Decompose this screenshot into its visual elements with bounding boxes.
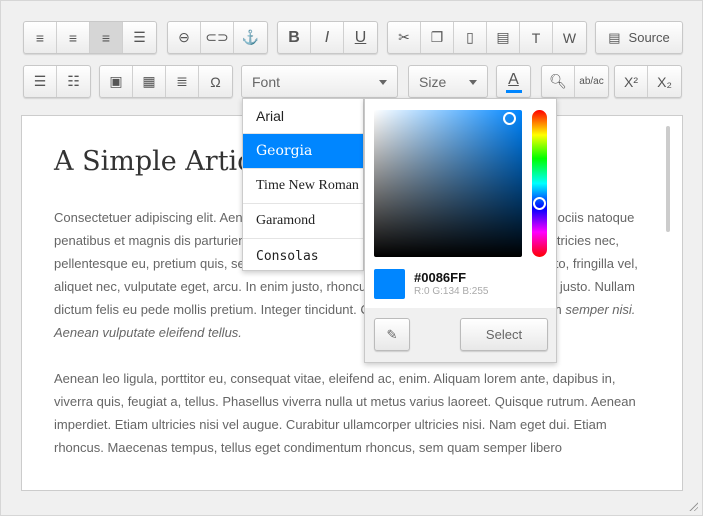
script-group: X² X₂ [614,65,682,98]
format-group: B I U [277,21,378,54]
copy-icon[interactable]: ❐ [421,22,454,53]
align-right-button[interactable]: ≡ [90,22,123,53]
bold-button[interactable]: B [278,22,311,53]
underline-button[interactable]: U [344,22,377,53]
resize-grip[interactable] [688,501,698,511]
superscript-button[interactable]: X² [615,66,648,97]
paste-special-icon[interactable]: ▤ [487,22,520,53]
color-swatch [374,269,405,299]
hex-value: #0086FF [414,270,467,285]
link-button[interactable]: ⊖ [168,22,201,53]
anchor-button[interactable]: ⚓ [234,22,267,53]
unlink-button[interactable]: ⊂⊃ [201,22,234,53]
font-option-arial[interactable]: Arial [243,99,363,134]
align-left-button[interactable]: ≡ [24,22,57,53]
cut-icon[interactable]: ✂ [388,22,421,53]
align-group: ≡ ≡ ≡ ☰ [23,21,157,54]
align-center-button[interactable]: ≡ [57,22,90,53]
sv-handle[interactable] [503,112,516,125]
hue-slider[interactable] [532,110,547,257]
picker-footer: ✎ Select [365,308,556,362]
color-picker: #0086FF R:0 G:134 B:255 ✎ Select [364,98,557,363]
select-button[interactable]: Select [460,318,548,351]
paste-icon[interactable]: ▯ [454,22,487,53]
find-group: 🔍︎ ab/ac [541,65,609,98]
font-select[interactable]: Font [241,65,398,98]
font-option-georgia[interactable]: Georgia [243,134,363,169]
font-option-consolas[interactable]: Consolas [243,239,363,270]
size-select[interactable]: Size [408,65,488,98]
paste-text-icon[interactable]: T [520,22,553,53]
table-button[interactable]: ▦ [133,66,166,97]
image-button[interactable]: ▣ [100,66,133,97]
italic-button[interactable]: I [311,22,344,53]
horizontal-rule-button[interactable]: ≣ [166,66,199,97]
chevron-down-icon [469,80,477,89]
list-group: ☰ ☷ [23,65,91,98]
bullet-list-button[interactable]: ☷ [57,66,90,97]
source-button[interactable]: ▤ Source [595,21,683,54]
scrollbar[interactable] [666,126,670,232]
rgb-value: R:0 G:134 B:255 [414,286,489,297]
text-color-button[interactable]: A [496,65,531,98]
insert-group: ▣ ▦ ≣ Ω [99,65,233,98]
text-color-icon: A [497,66,530,97]
paste-word-icon[interactable]: W [553,22,586,53]
document-icon: ▤ [608,29,621,45]
justify-button[interactable]: ☰ [123,22,156,53]
replace-icon[interactable]: ab/ac [575,66,608,97]
eyedropper-icon: ✎ [386,326,398,342]
font-option-times[interactable]: Time New Roman [243,169,363,204]
saturation-value-area[interactable] [374,110,522,257]
numbered-list-button[interactable]: ☰ [24,66,57,97]
paragraph-2: Aenean leo ligula, porttitor eu, consequ… [54,371,636,455]
special-char-button[interactable]: Ω [199,66,232,97]
subscript-button[interactable]: X₂ [648,66,681,97]
font-option-garamond[interactable]: Garamond [243,204,363,239]
link-group: ⊖ ⊂⊃ ⚓ [167,21,268,54]
chevron-down-icon [379,80,387,89]
hue-handle[interactable] [533,197,546,210]
eyedropper-button[interactable]: ✎ [374,318,410,351]
font-dropdown: Arial Georgia Time New Roman Garamond Co… [242,98,364,271]
clipboard-group: ✂ ❐ ▯ ▤ T W [387,21,587,54]
find-icon[interactable]: 🔍︎ [542,66,575,97]
